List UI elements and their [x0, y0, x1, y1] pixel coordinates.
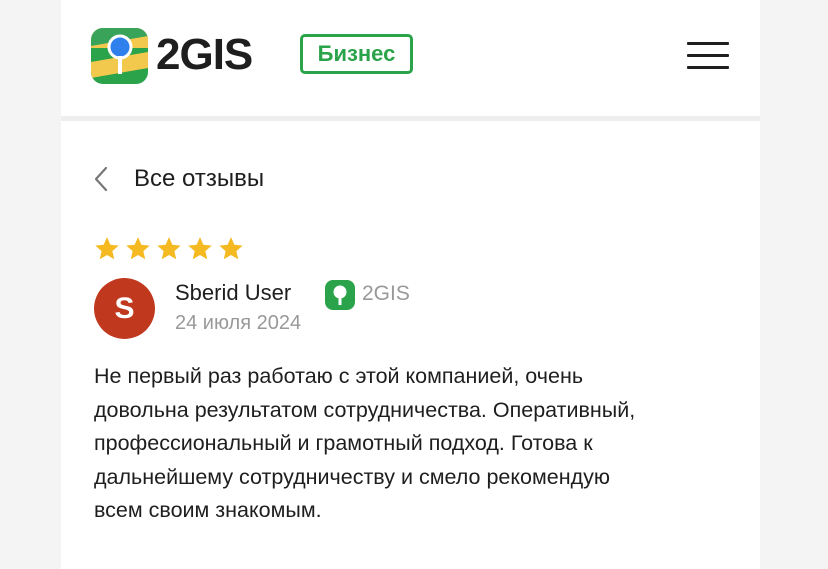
review-text: Не первый раз работаю с этой компанией, …	[94, 360, 744, 528]
logo-text: 2GIS	[156, 30, 253, 79]
rating-stars	[93, 235, 245, 263]
review-source: 2GIS	[362, 282, 410, 305]
review-text-line: всем своим знакомым.	[94, 498, 322, 522]
review-text-line: Не первый раз работаю с этой компанией, …	[94, 364, 584, 388]
star-icon	[95, 237, 119, 260]
header: 2GIS Бизнес	[61, 0, 760, 116]
author-name: Sberid User	[175, 280, 292, 305]
review-text-line: довольна результатом сотрудничества. Опе…	[94, 397, 636, 422]
all-reviews-title[interactable]: Все отзывы	[134, 162, 264, 196]
2gis-logo-icon[interactable]	[91, 28, 148, 89]
business-badge[interactable]: Бизнес	[300, 34, 413, 74]
star-icon	[157, 237, 181, 260]
avatar: S	[94, 278, 155, 339]
review-date: 24 июля 2024	[175, 312, 302, 334]
star-icon	[219, 237, 243, 260]
hamburger-menu-icon[interactable]	[687, 42, 729, 70]
chevron-left-icon[interactable]	[93, 165, 109, 193]
header-divider	[61, 116, 760, 121]
review-text-line: профессиональный и грамотный подход. Гот…	[94, 431, 593, 455]
page-panel: 2GIS Бизнес Все отзывы S Sberid User 2GI…	[61, 0, 760, 569]
review-text-line: дальнейшему сотрудничеству и смело реком…	[94, 464, 610, 489]
star-icon	[126, 237, 150, 260]
2gis-icon	[325, 280, 355, 310]
star-icon	[188, 237, 212, 260]
